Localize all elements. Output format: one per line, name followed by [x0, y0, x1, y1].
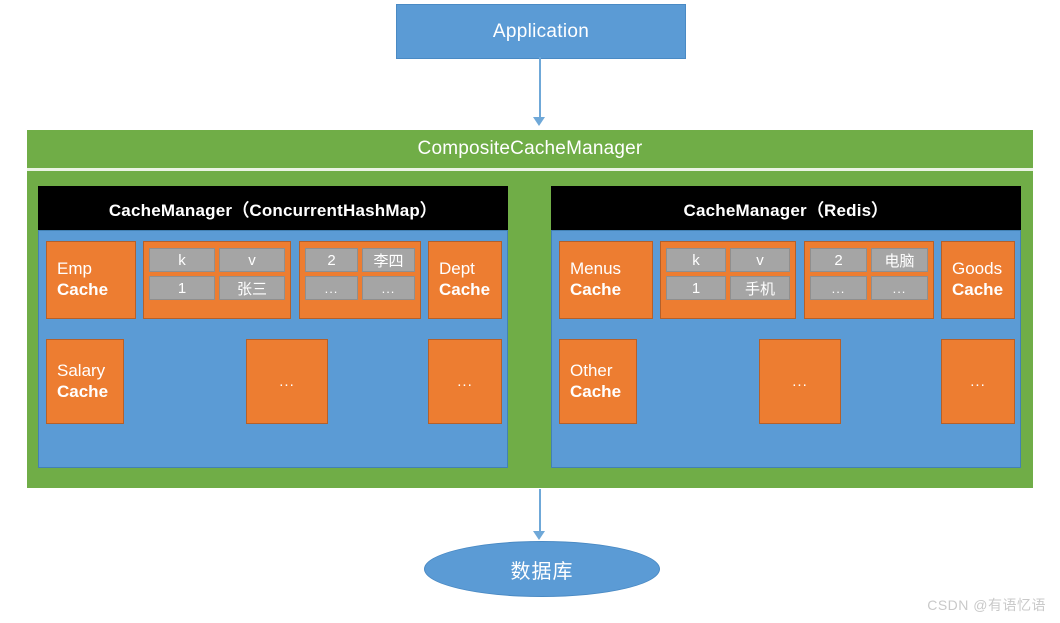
kv-cell-header-value-redis: v	[730, 248, 790, 272]
composite-cache-manager-title: CompositeCacheManager	[417, 138, 643, 159]
kv-cell-key-more-redis: ...	[810, 276, 867, 300]
cache-box-emp-kind: Cache	[57, 280, 109, 299]
kv-cell-key: 1	[149, 276, 215, 300]
cache-box-goods-name: Goods	[952, 259, 1003, 279]
kv-cell-header-key-redis: k	[666, 248, 726, 272]
cache-box-salary-name: Salary	[57, 360, 106, 380]
cache-box-ellipsis-left-right: ...	[428, 339, 502, 424]
cache-manager-header-redis: CacheManager（Redis）	[551, 186, 1021, 230]
kv-cell-key-redis: 1	[666, 276, 726, 300]
kv-cell-header-value: v	[219, 248, 285, 272]
kv-cell-value-more: ...	[362, 276, 415, 300]
kv-cell-key-2-redis: 2	[810, 248, 867, 272]
kv-cell-value-more-redis: ...	[871, 276, 928, 300]
cache-manager-body-concurrenthashmap: Emp Cache k v 1 张三 2 李四 ... ... Dept Cac…	[38, 230, 508, 468]
kv-table-menus-left: k v 1 手机	[660, 241, 796, 319]
kv-table-emp-right: 2 李四 ... ...	[299, 241, 421, 319]
cache-box-salary-kind: Cache	[57, 381, 109, 401]
kv-cell-key-more: ...	[305, 276, 358, 300]
cache-box-ellipsis-right-middle: ...	[759, 339, 841, 424]
arrow-composite-to-database-line	[539, 489, 541, 532]
cache-box-emp: Emp Cache	[46, 241, 136, 319]
cache-box-goods-kind: Cache	[952, 280, 1004, 299]
database-ellipse: 数据库	[424, 541, 660, 597]
cache-box-dept: Dept Cache	[428, 241, 502, 319]
cache-box-menus-name: Menus	[570, 259, 622, 279]
application-label: Application	[492, 20, 590, 42]
kv-cell-value: 张三	[219, 276, 285, 300]
cache-manager-panel-concurrenthashmap: CacheManager（ConcurrentHashMap） Emp Cach…	[38, 186, 508, 468]
kv-cell-value-2: 李四	[362, 248, 415, 272]
cache-manager-panel-redis: CacheManager（Redis） Menus Cache k v 1 手机…	[551, 186, 1021, 468]
database-label: 数据库	[510, 560, 574, 583]
cache-box-ellipsis-right-right: ...	[941, 339, 1015, 424]
cache-box-goods: Goods Cache	[941, 241, 1015, 319]
kv-cell-value-2-redis: 电脑	[871, 248, 928, 272]
watermark: CSDN @有语忆语	[927, 597, 1046, 613]
application-box: Application	[396, 4, 686, 59]
composite-divider	[27, 168, 1033, 171]
cache-manager-body-redis: Menus Cache k v 1 手机 2 电脑 ... ... Goods …	[551, 230, 1021, 468]
kv-table-emp-left: k v 1 张三	[143, 241, 291, 319]
arrow-composite-to-database-head	[533, 531, 545, 540]
cache-box-ellipsis-left-middle: ...	[246, 339, 328, 424]
kv-table-menus-right: 2 电脑 ... ...	[804, 241, 934, 319]
cache-box-other-name: Other	[570, 360, 613, 380]
cache-box-menus-kind: Cache	[570, 280, 622, 299]
kv-cell-key-2: 2	[305, 248, 358, 272]
cache-box-menus: Menus Cache	[559, 241, 653, 319]
cache-box-other-kind: Cache	[570, 381, 622, 401]
composite-cache-manager-container: CompositeCacheManager CacheManager（Concu…	[27, 130, 1033, 488]
cache-box-emp-name: Emp	[57, 259, 92, 279]
cache-manager-header-concurrenthashmap: CacheManager（ConcurrentHashMap）	[38, 186, 508, 230]
cache-box-dept-name: Dept	[439, 259, 475, 279]
arrow-application-to-composite-head	[533, 117, 545, 126]
cache-box-salary: Salary Cache	[46, 339, 124, 424]
kv-cell-header-key: k	[149, 248, 215, 272]
cache-box-other: Other Cache	[559, 339, 637, 424]
kv-cell-value-redis: 手机	[730, 276, 790, 300]
arrow-application-to-composite-line	[539, 57, 541, 118]
cache-box-dept-kind: Cache	[439, 280, 491, 299]
